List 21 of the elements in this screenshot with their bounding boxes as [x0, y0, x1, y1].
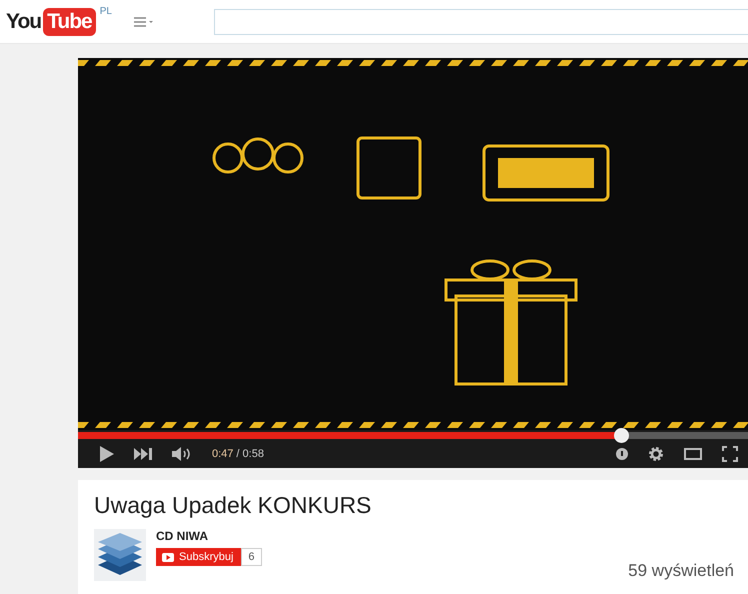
settings-icon[interactable]: [648, 446, 664, 462]
search-field[interactable]: [214, 8, 748, 34]
volume-icon[interactable]: [172, 446, 192, 460]
theater-mode-icon[interactable]: [684, 448, 702, 460]
view-count: 59 wyświetleń: [628, 561, 734, 581]
subscribe-button[interactable]: Subskrybuj: [156, 548, 242, 566]
progress-handle[interactable]: [614, 428, 629, 443]
play-icon[interactable]: [100, 446, 114, 462]
logo-badge: Tube: [43, 8, 96, 36]
fullscreen-icon[interactable]: [722, 446, 738, 462]
current-time: 0:47: [212, 448, 234, 460]
info-icon[interactable]: [616, 448, 628, 460]
total-time: / 0:58: [236, 448, 264, 460]
channel-name[interactable]: CD NIWA: [156, 529, 262, 543]
region-label: PL: [100, 6, 112, 16]
logo-text: You: [6, 8, 42, 34]
menu-icon[interactable]: [134, 16, 154, 26]
next-icon[interactable]: [134, 448, 152, 460]
play-icon: [162, 552, 174, 562]
video-title: Uwaga Upadek KONKURS: [94, 492, 372, 519]
subscriber-count: 6: [241, 548, 262, 566]
